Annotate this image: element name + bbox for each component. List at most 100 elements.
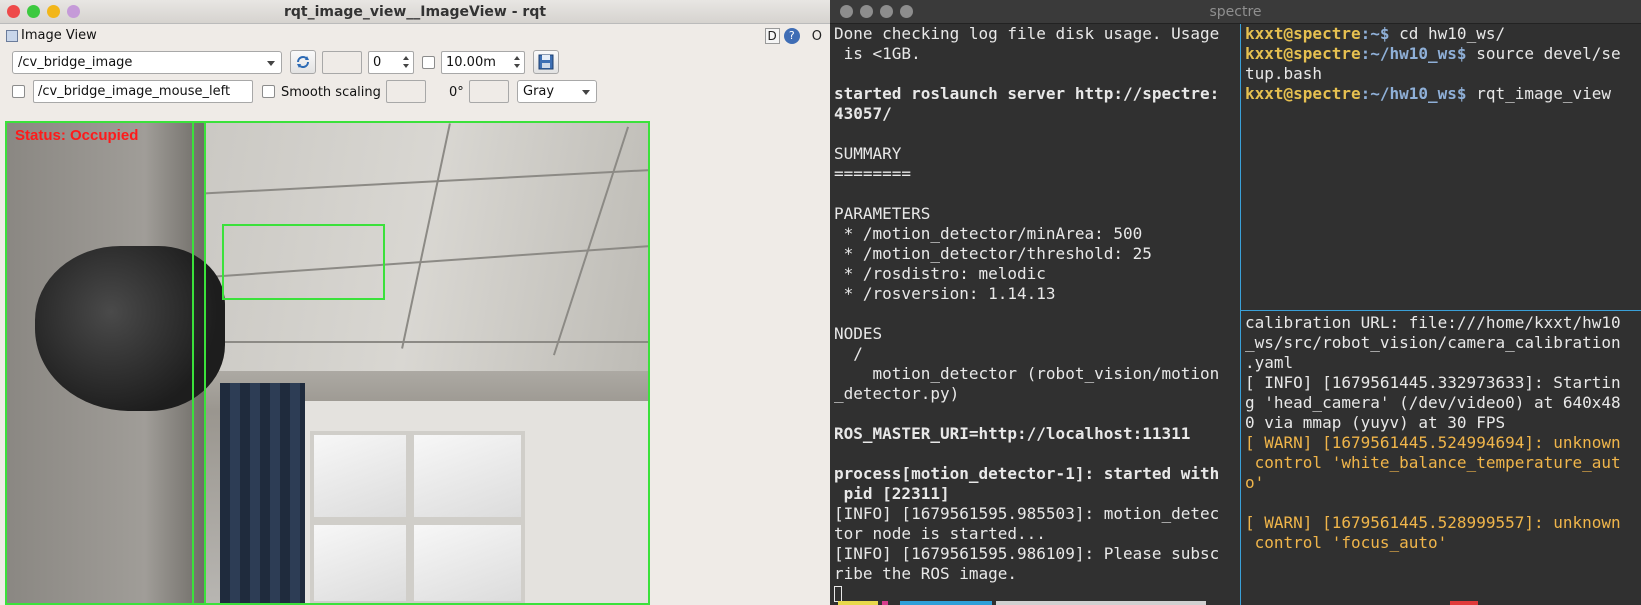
terminal-line: [INFO] [1679561595.985503]: motion_detec [834, 504, 1220, 523]
terminal-line: _ws/src/robot_vision/camera_calibration [1245, 333, 1621, 352]
terminal-line: NODES [834, 324, 883, 343]
motion-bbox-edge [204, 121, 206, 605]
tab-indicator[interactable] [1450, 601, 1478, 605]
terminal-title: spectre [1209, 4, 1262, 20]
chevron-down-icon [267, 61, 275, 66]
timeout-spinbox[interactable]: 10.00m [441, 51, 525, 74]
terminal-cursor [834, 586, 842, 602]
rotate-right-button[interactable] [469, 80, 509, 103]
color-scheme-select[interactable]: Gray [517, 80, 597, 103]
terminal-line: PARAMETERS [834, 204, 931, 223]
terminal-pane-shell[interactable]: kxxt@spectre:~$ cd hw10_ws/kxxt@spectre:… [1245, 24, 1641, 310]
terminal-titlebar: spectre [830, 0, 1641, 24]
terminal-pane-roslaunch[interactable]: Done checking log file disk usage. Usage… [834, 24, 1238, 605]
help-icon[interactable]: ? [783, 28, 800, 44]
rotation-label: 0° [449, 85, 464, 100]
mouse-topic-input[interactable]: /cv_bridge_image_mouse_left [33, 80, 253, 103]
terminal-line: [ INFO] [1679561445.332973633]: Startin [1245, 373, 1621, 392]
motion-frame-border [5, 121, 650, 605]
terminal-line: [INFO] [1679561595.986109]: Please subsc [834, 544, 1220, 563]
terminal-line: * /motion_detector/minArea: 500 [834, 224, 1143, 243]
terminal-line: * /rosdistro: melodic [834, 264, 1046, 283]
terminal-line: g 'head_camera' (/dev/video0) at 640x48 [1245, 393, 1621, 412]
prompt-user: kxxt@spectre [1245, 44, 1361, 63]
window-title: rqt_image_view__ImageView - rqt [283, 4, 547, 20]
terminal-line: SUMMARY [834, 144, 902, 163]
mouse-publish-checkbox[interactable] [12, 85, 25, 98]
image-view-canvas[interactable]: Status: Occupied [5, 121, 650, 605]
terminal-line: * /rosversion: 1.14.13 [834, 284, 1056, 303]
prompt-user: kxxt@spectre [1245, 24, 1361, 43]
rqt-window: rqt_image_view__ImageView - rqt Image Vi… [0, 0, 830, 605]
prompt-path: :~/hw10_ws$ [1360, 44, 1467, 63]
terminal-line: / [834, 344, 863, 363]
terminal-tabbar [830, 601, 1641, 605]
plugin-title-label: Image View [21, 28, 97, 43]
close-plugin-button[interactable]: O [812, 29, 822, 44]
terminal-line: ribe the ROS image. [834, 564, 1018, 583]
plugin-controls: D ? O [764, 28, 822, 44]
prompt-user: kxxt@spectre [1245, 84, 1361, 103]
tab-indicator[interactable] [838, 601, 878, 605]
pane-divider-horizontal[interactable] [1241, 310, 1641, 311]
mouse-topic-value: /cv_bridge_image_mouse_left [38, 84, 231, 99]
spin-arrows-icon[interactable] [512, 53, 523, 72]
status-overlay: Status: Occupied [15, 127, 139, 144]
publish-checkbox[interactable] [422, 56, 435, 69]
terminal-pane-camera[interactable]: calibration URL: file:///home/kxxt/hw10 _… [1245, 313, 1641, 605]
shell-command: rqt_image_view [1466, 84, 1612, 103]
terminal-window: spectre Done checking log file disk usag… [830, 0, 1641, 605]
terminal-line: [ WARN] [1679561445.528999557]: unknown [1245, 513, 1621, 532]
terminal-line: process[motion_detector-1]: started with [834, 464, 1220, 483]
terminal-line: is <1GB. [834, 44, 921, 63]
terminal-line: tor node is started... [834, 524, 1046, 543]
image-view-icon [6, 29, 18, 42]
shell-command: cd hw10_ws/ [1389, 24, 1506, 43]
terminal-line: pid [22311] [834, 484, 950, 503]
topic-select[interactable]: /cv_bridge_image [12, 51, 282, 74]
tab-indicator[interactable] [996, 601, 1206, 605]
terminal-line: started roslaunch server http://spectre: [834, 84, 1220, 103]
num-gridlines-spinbox[interactable]: 0 [368, 51, 414, 74]
save-icon [538, 54, 554, 70]
smooth-scaling-label: Smooth scaling [281, 85, 381, 100]
zoom-fit-box[interactable] [322, 51, 362, 74]
rqt-titlebar: rqt_image_view__ImageView - rqt [0, 0, 830, 24]
shell-command: source devel/se [1466, 44, 1621, 63]
refresh-icon [297, 56, 309, 68]
topic-select-value: /cv_bridge_image [18, 55, 133, 70]
shell-command-line: kxxt@spectre:~/hw10_ws$ rqt_image_view [1245, 84, 1641, 104]
dock-button[interactable]: D [764, 28, 780, 44]
terminal-line: .yaml [1245, 353, 1294, 372]
terminal-line: * /motion_detector/threshold: 25 [834, 244, 1152, 263]
terminal-line: motion_detector (robot_vision/motion [834, 364, 1220, 383]
chevron-down-icon [582, 90, 590, 95]
color-scheme-value: Gray [523, 84, 555, 99]
shell-command-line: tup.bash [1245, 64, 1641, 84]
terminal-line: ======== [834, 164, 912, 183]
terminal-line: [ WARN] [1679561445.524994694]: unknown [1245, 433, 1621, 452]
rotate-left-button[interactable] [386, 80, 426, 103]
terminal-line: 0 via mmap (yuyv) at 30 FPS [1245, 413, 1506, 432]
save-image-button[interactable] [533, 50, 559, 74]
shell-command-line: kxxt@spectre:~/hw10_ws$ source devel/se [1245, 44, 1641, 64]
motion-bbox-edge [192, 121, 194, 605]
tab-indicator[interactable] [882, 601, 888, 605]
spin-arrows-icon[interactable] [401, 53, 412, 72]
terminal-line: ROS_MASTER_URI=http://localhost:11311 [834, 424, 1191, 443]
pane-divider-vertical[interactable] [1240, 24, 1241, 605]
smooth-scaling-checkbox[interactable] [262, 85, 275, 98]
shell-command-line: kxxt@spectre:~$ cd hw10_ws/ [1245, 24, 1641, 44]
terminal-line: Done checking log file disk usage. Usage [834, 24, 1220, 43]
refresh-topics-button[interactable] [290, 50, 316, 74]
terminal-line: control 'white_balance_temperature_aut [1245, 453, 1621, 472]
terminal-line: control 'focus_auto' [1245, 533, 1448, 552]
tab-indicator[interactable] [900, 601, 992, 605]
